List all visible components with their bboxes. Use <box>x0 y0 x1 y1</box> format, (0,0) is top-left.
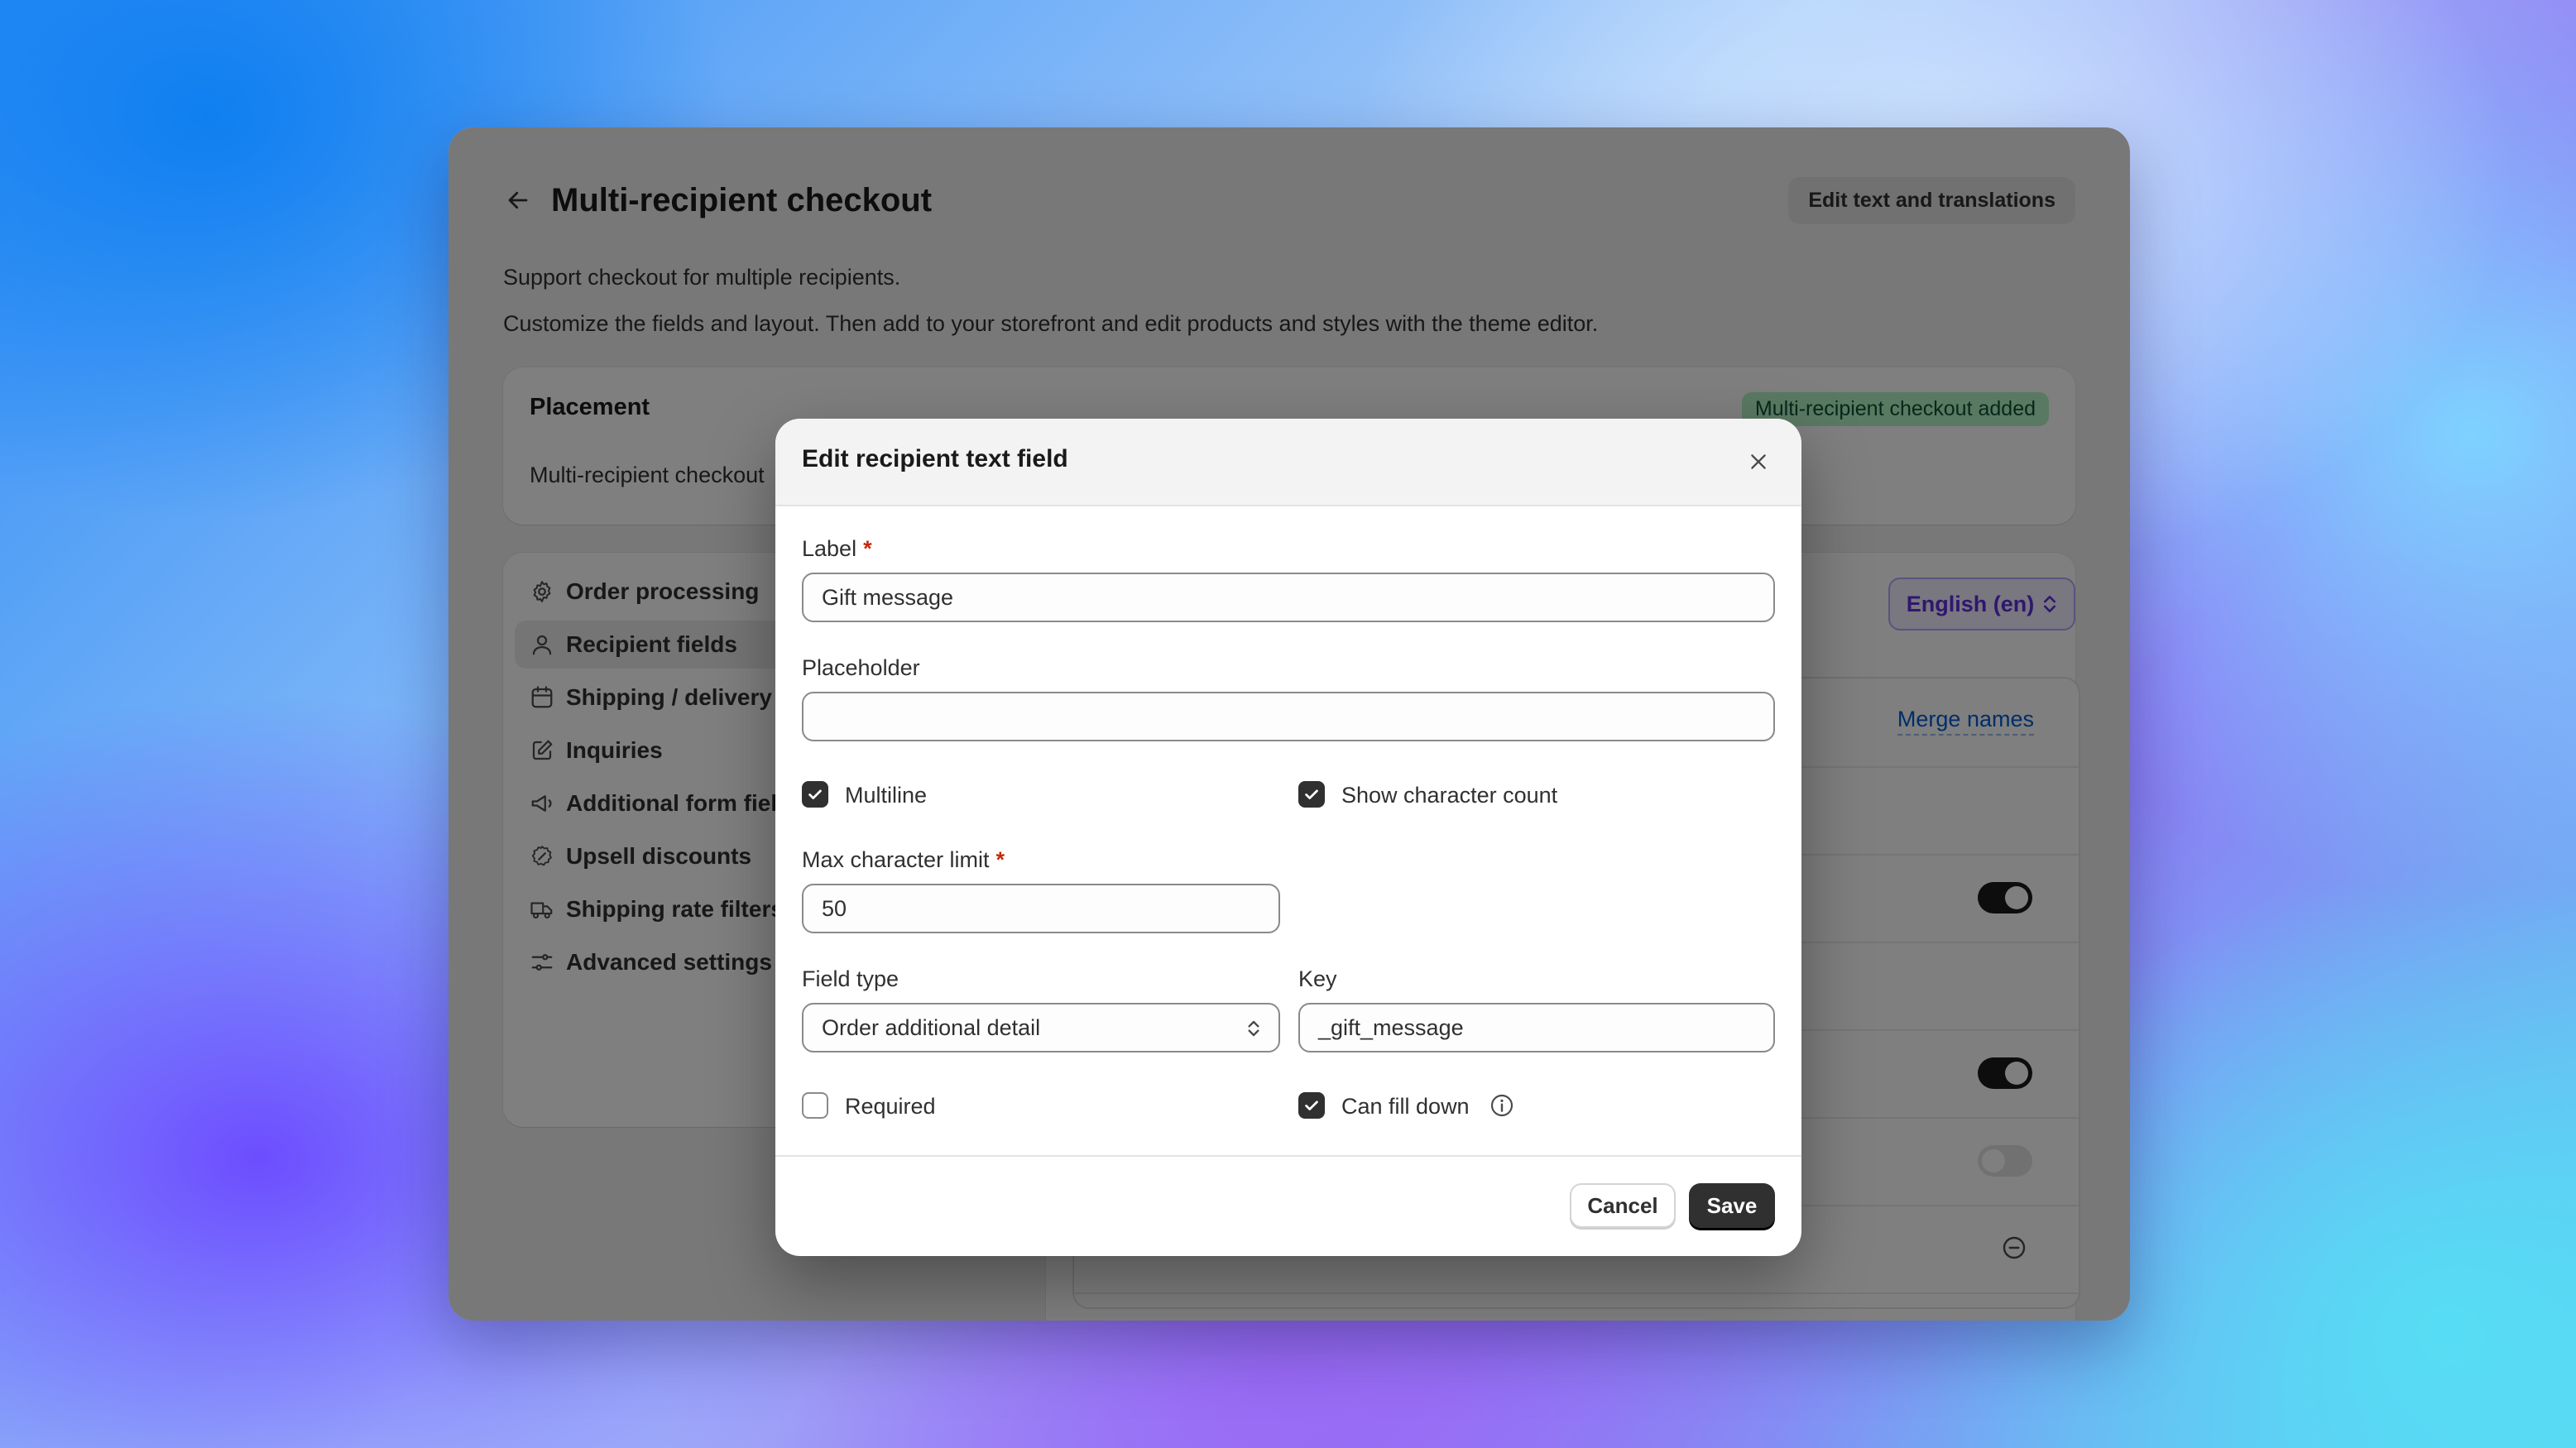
info-icon[interactable] <box>1489 1092 1515 1119</box>
label-input[interactable]: Gift message <box>802 573 1775 622</box>
show-character-count-label: Show character count <box>1341 783 1558 808</box>
label-field-label: Label * <box>802 536 872 561</box>
edit-recipient-field-modal: Edit recipient text field Label * Gift me… <box>775 419 1801 1256</box>
cancel-button[interactable]: Cancel <box>1570 1183 1676 1228</box>
modal-header: Edit recipient text field <box>775 419 1801 506</box>
field-type-label: Field type <box>802 966 899 991</box>
can-fill-down-checkbox[interactable] <box>1298 1092 1325 1119</box>
required-label: Required <box>845 1094 936 1119</box>
chevron-updown-icon <box>1248 1020 1259 1037</box>
close-icon <box>1751 454 1766 469</box>
placeholder-field-label: Placeholder <box>802 655 920 680</box>
field-type-value: Order additional detail <box>822 1014 1041 1040</box>
key-input[interactable]: _gift_message <box>1298 1003 1775 1052</box>
field-type-select[interactable]: Order additional detail <box>802 1003 1280 1052</box>
can-fill-down-label: Can fill down <box>1341 1094 1470 1119</box>
required-checkbox[interactable] <box>802 1092 828 1119</box>
checkmark-icon <box>1305 789 1318 799</box>
save-button[interactable]: Save <box>1689 1183 1775 1228</box>
show-character-count-checkbox[interactable] <box>1298 781 1325 808</box>
modal-title: Edit recipient text field <box>802 445 1068 472</box>
multiline-label: Multiline <box>845 783 928 808</box>
checkmark-icon <box>808 789 822 799</box>
required-marker: * <box>863 536 872 561</box>
max-char-limit-input[interactable]: 50 <box>802 884 1280 933</box>
multiline-checkbox[interactable] <box>802 781 828 808</box>
max-char-limit-label: Max character limit * <box>802 847 1005 872</box>
key-label: Key <box>1298 966 1337 991</box>
modal-footer: Cancel Save <box>775 1155 1801 1256</box>
placeholder-input[interactable] <box>802 692 1775 741</box>
required-marker: * <box>995 847 1005 872</box>
close-button[interactable] <box>1742 445 1775 478</box>
checkmark-icon <box>1305 1100 1318 1110</box>
